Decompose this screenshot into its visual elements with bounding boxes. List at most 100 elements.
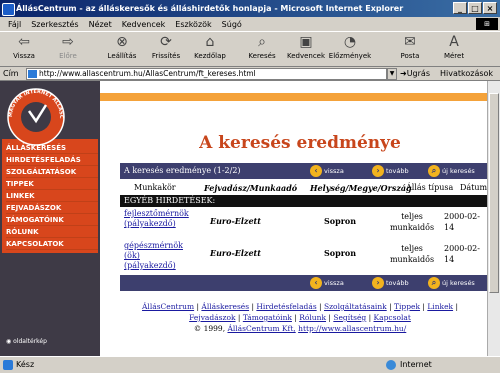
next-link-label: tovább — [386, 167, 409, 175]
footer-link-kapcsolat[interactable]: Kapcsolat — [374, 313, 411, 322]
forward-label: Előre — [59, 52, 77, 60]
back-link-bottom[interactable]: ‹ vissza — [310, 277, 344, 289]
menu-view[interactable]: Nézet — [89, 20, 112, 29]
sidebar-item-kapcsolatok[interactable]: KAPCSOLATOK — [6, 239, 98, 250]
sidebar-item-tamogatoink[interactable]: TÁMOGATÓINK — [6, 215, 98, 226]
menu-bar: Fájl Szerkesztés Nézet Kedvencek Eszközö… — [0, 17, 500, 31]
refresh-button[interactable]: ⟳ Frissítés — [144, 34, 188, 60]
address-label: Cím — [3, 69, 19, 78]
address-bar: Cím http://www.allascentrum.hu/AllasCent… — [0, 67, 500, 81]
copyright-text: © 1999, — [193, 324, 226, 333]
menu-favorites[interactable]: Kedvencek — [122, 20, 166, 29]
scrollbar-thumb[interactable] — [489, 93, 499, 293]
footer-links-row-2: Fejvadászok | Támogatóink | Rólunk | Seg… — [189, 313, 411, 322]
page-content: MAGYAR INTERNET ÁLLÁSCENTRUM ÁLLÁSKERESÉ… — [0, 81, 500, 356]
sidebar-item-szolgaltatasok[interactable]: SZOLGÁLTATÁSOK — [6, 167, 98, 178]
size-label: Méret — [443, 52, 465, 60]
close-button[interactable]: × — [483, 2, 497, 14]
search-icon: ⌕ — [428, 165, 440, 177]
menu-file[interactable]: Fájl — [8, 20, 21, 29]
site-url-link[interactable]: http://www.allascentrum.hu/ — [298, 324, 406, 333]
new-search-link-bottom[interactable]: ⌕ új keresés — [428, 277, 475, 289]
next-link-top[interactable]: › tovább — [372, 165, 409, 177]
employer: Euro-Elzett — [210, 216, 261, 226]
toolbar: ⇦ Vissza ⇨ Előre ⊗ Leállítás ⟳ Frissítés ⌂ Ke… — [0, 31, 500, 67]
search-button[interactable]: ⌕ Keresés — [240, 34, 284, 60]
maximize-button[interactable]: □ — [468, 2, 482, 14]
menu-tools[interactable]: Eszközök — [175, 20, 211, 29]
home-button[interactable]: ⌂ Kezdőlap — [188, 34, 232, 60]
footer-link-fejvadaszok[interactable]: Fejvadászok — [189, 313, 235, 322]
col-helyseg: Helység/Megye/Ország — [310, 183, 412, 193]
next-link-label: tovább — [386, 279, 409, 287]
sidebar-item-tippek[interactable]: TIPPEK — [6, 179, 98, 190]
links-button[interactable]: Hivatkozások — [440, 69, 493, 78]
job-link[interactable]: fejlesztőmérnök (pályakezdő) — [124, 209, 204, 229]
windows-logo-icon: ⊞ — [476, 18, 498, 30]
back-arrow-icon: ⇦ — [18, 34, 30, 50]
forward-arrow-icon: ⇨ — [62, 34, 74, 50]
col-datum: Dátum — [460, 183, 488, 192]
job-type: teljes munkaidős — [389, 212, 435, 232]
history-button[interactable]: ◔ Előzmények — [328, 34, 372, 60]
footer-links-row-1: ÁllásCentrum | Álláskeresés | Hirdetésfe… — [142, 302, 458, 311]
sidebar-item-fejvadaszok[interactable]: FEJVADÁSZOK — [6, 203, 98, 214]
col-munkakor: Munkakör — [134, 183, 176, 192]
internet-zone-icon — [386, 360, 396, 370]
mail-button[interactable]: ✉ Posta — [388, 34, 432, 60]
footer-link-szolgaltatasaink[interactable]: Szolgáltatásaink — [324, 302, 387, 311]
job-link[interactable]: gépészmérnök (ök) (pályakezdő) — [124, 241, 194, 271]
forward-button[interactable]: ⇨ Előre — [46, 34, 90, 60]
favorites-label: Kedvencek — [286, 52, 326, 60]
next-link-bottom[interactable]: › tovább — [372, 277, 409, 289]
go-button[interactable]: ➜Ugrás — [400, 69, 430, 78]
stop-icon: ⊗ — [116, 34, 128, 50]
address-dropdown-button[interactable]: ▼ — [387, 68, 397, 80]
footer-link-linkek[interactable]: Linkek — [427, 302, 453, 311]
stop-button[interactable]: ⊗ Leállítás — [100, 34, 144, 60]
company-link[interactable]: ÁllásCentrum Kft, — [227, 324, 295, 333]
sidebar-item-allaskereses[interactable]: ÁLLÁSKERESÉS — [6, 143, 98, 154]
date: 2000-02-14 — [444, 244, 480, 264]
window-title-bar: ÁllásCentrum - az álláskeresők és állásh… — [0, 0, 500, 17]
page-status-icon — [3, 360, 13, 370]
footer-link-allaskereses[interactable]: Álláskeresés — [201, 302, 249, 311]
address-input[interactable]: http://www.allascentrum.hu/AllasCentrum/… — [26, 68, 387, 80]
size-button[interactable]: A Méret — [432, 34, 476, 60]
sitemap-link[interactable]: ◉ oldaltérkép — [6, 338, 47, 345]
copyright-line: © 1999, ÁllásCentrum Kft, http://www.all… — [100, 323, 500, 334]
footer-link-rolunk[interactable]: Rólunk — [299, 313, 326, 322]
footer-link-allascentrum[interactable]: ÁllásCentrum — [142, 302, 194, 311]
footer-link-hirdetesfeladas[interactable]: Hirdetésfeladás — [256, 302, 316, 311]
back-button[interactable]: ⇦ Vissza — [2, 34, 46, 60]
address-url: http://www.allascentrum.hu/AllasCentrum/… — [39, 69, 256, 78]
back-arrow-icon: ‹ — [310, 277, 322, 289]
employer: Euro-Elzett — [210, 248, 261, 258]
sidebar-item-hirdetesfeladas[interactable]: HIRDETÉSFELADÁS — [6, 155, 98, 166]
footer-link-tippek[interactable]: Tippek — [394, 302, 420, 311]
sidebar-item-linkek[interactable]: LINKEK — [6, 191, 98, 202]
window-title: ÁllásCentrum - az álláskeresők és állásh… — [16, 4, 404, 13]
page-footer: ÁllásCentrum | Álláskeresés | Hirdetésfe… — [100, 301, 500, 334]
next-arrow-icon: › — [372, 277, 384, 289]
status-bar: Kész Internet — [0, 356, 500, 373]
col-allas-tipusa: Állás típusa — [406, 183, 454, 192]
vertical-scrollbar[interactable] — [487, 81, 500, 356]
menu-help[interactable]: Súgó — [222, 20, 242, 29]
sidebar-item-rolunk[interactable]: RÓLUNK — [6, 227, 98, 238]
zone-text: Internet — [400, 360, 432, 369]
results-footer-bar: ‹ vissza › tovább ⌕ új keresés — [120, 275, 492, 291]
new-search-label: új keresés — [442, 167, 475, 175]
footer-link-tamogatoink[interactable]: Támogatóink — [243, 313, 292, 322]
city: Sopron — [324, 216, 357, 226]
minimize-button[interactable]: _ — [453, 2, 467, 14]
footer-link-segitseg[interactable]: Segítség — [333, 313, 366, 322]
status-text: Kész — [16, 360, 35, 369]
favorites-button[interactable]: ▣ Kedvencek — [284, 34, 328, 60]
page-title: A keresés eredménye — [199, 133, 401, 153]
font-size-icon: A — [449, 34, 459, 50]
back-link-top[interactable]: ‹ vissza — [310, 165, 344, 177]
menu-edit[interactable]: Szerkesztés — [31, 20, 78, 29]
new-search-link-top[interactable]: ⌕ új keresés — [428, 165, 475, 177]
refresh-label: Frissítés — [151, 52, 181, 60]
